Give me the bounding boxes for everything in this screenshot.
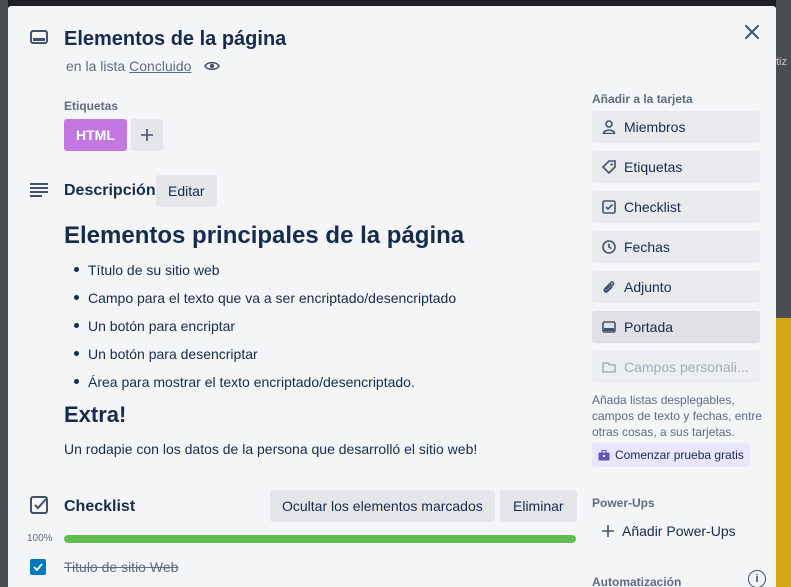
card-detail-modal: Elementos de la página en la lista Concl… (8, 6, 776, 587)
attachment-button[interactable]: Adjunto (592, 271, 760, 303)
progress-bar (64, 535, 576, 543)
dates-button[interactable]: Fechas (592, 231, 760, 263)
watch-button[interactable] (204, 60, 221, 72)
card-title[interactable]: Elementos de la página (64, 28, 286, 51)
checklist-button[interactable]: Checklist (592, 191, 760, 223)
plus-icon (140, 129, 153, 141)
add-powerups-button[interactable]: Añadir Power-Ups (592, 515, 760, 547)
close-icon (745, 25, 759, 39)
checklist-heading[interactable]: Checklist (64, 498, 135, 516)
person-icon (602, 120, 616, 134)
custom-fields-icon (602, 362, 616, 373)
board-hint-text: tiz (776, 56, 787, 68)
board-background-right: tiz (776, 0, 791, 587)
progress-percent: 100% (27, 533, 53, 544)
tag-icon (602, 160, 616, 174)
cover-label: Portada (624, 319, 674, 335)
labels-heading: Etiquetas (64, 99, 119, 113)
checkbox-icon (602, 200, 616, 214)
list-prefix: en la lista (66, 58, 126, 74)
info-icon[interactable]: i (748, 570, 766, 587)
briefcase-icon (598, 449, 610, 460)
label-chip-html[interactable]: HTML (64, 119, 127, 151)
custom-fields-note: Añada listas desplegables, campos de tex… (592, 393, 763, 439)
list-item: Título de su sitio web (73, 260, 456, 288)
edit-description-button[interactable]: Editar (156, 175, 217, 207)
members-button[interactable]: Miembros (592, 111, 760, 143)
hide-checked-button[interactable]: Ocultar los elementos marcados (270, 490, 495, 522)
card-cover-icon (602, 321, 616, 333)
description-subtitle: Extra! (64, 402, 127, 427)
attachment-label: Adjunto (624, 279, 672, 295)
custom-fields-label: Campos personali... (624, 359, 749, 375)
start-trial-label: Comenzar prueba gratis (615, 448, 744, 462)
checklist-icon (30, 496, 48, 514)
add-label-button[interactable] (130, 119, 163, 151)
plus-icon (602, 525, 614, 537)
list-item: Un botón para encriptar (73, 316, 456, 344)
list-item: Un botón para desencriptar (73, 344, 456, 372)
progress-bar-fill (64, 535, 576, 543)
checkmark-icon (33, 563, 43, 571)
paperclip-icon (603, 281, 615, 293)
clock-icon (602, 240, 616, 254)
list-info: en la lista Concluido (66, 58, 221, 74)
labels-button[interactable]: Etiquetas (592, 151, 760, 183)
labels-label: Etiquetas (624, 159, 683, 175)
list-link[interactable]: Concluido (129, 58, 191, 74)
checklist-item-checkbox[interactable] (30, 559, 46, 575)
cover-button[interactable]: Portada (592, 311, 760, 343)
description-heading: Descripción (64, 182, 156, 199)
list-item: Campo para el texto que va a ser encript… (73, 288, 456, 316)
description-title: Elementos principales de la página (64, 222, 465, 249)
board-list-card (776, 318, 791, 587)
description-icon (30, 183, 48, 197)
delete-checklist-button[interactable]: Eliminar (500, 490, 577, 522)
eye-icon (204, 61, 221, 71)
checklist-label: Checklist (624, 199, 681, 215)
dates-label: Fechas (624, 239, 670, 255)
labels-row: HTML (64, 119, 163, 151)
checklist-item-text[interactable]: Titulo de sitio Web (64, 559, 178, 575)
list-item: Área para mostrar el texto encriptado/de… (73, 372, 456, 400)
automation-heading: Automatización (592, 575, 682, 587)
powerups-heading: Power-Ups (592, 496, 655, 510)
card-icon (30, 30, 48, 44)
members-label: Miembros (624, 119, 686, 135)
description-bullets: Título de su sitio web Campo para el tex… (73, 260, 456, 400)
start-trial-button[interactable]: Comenzar prueba gratis (592, 443, 750, 467)
description-paragraph: Un rodapie con los datos de la persona q… (64, 441, 478, 457)
add-powerups-label: Añadir Power-Ups (622, 523, 736, 539)
close-button[interactable] (740, 20, 764, 44)
board-background-left (0, 0, 8, 587)
custom-fields-button[interactable]: Campos personali... (592, 351, 760, 383)
add-to-card-heading: Añadir a la tarjeta (592, 92, 693, 106)
